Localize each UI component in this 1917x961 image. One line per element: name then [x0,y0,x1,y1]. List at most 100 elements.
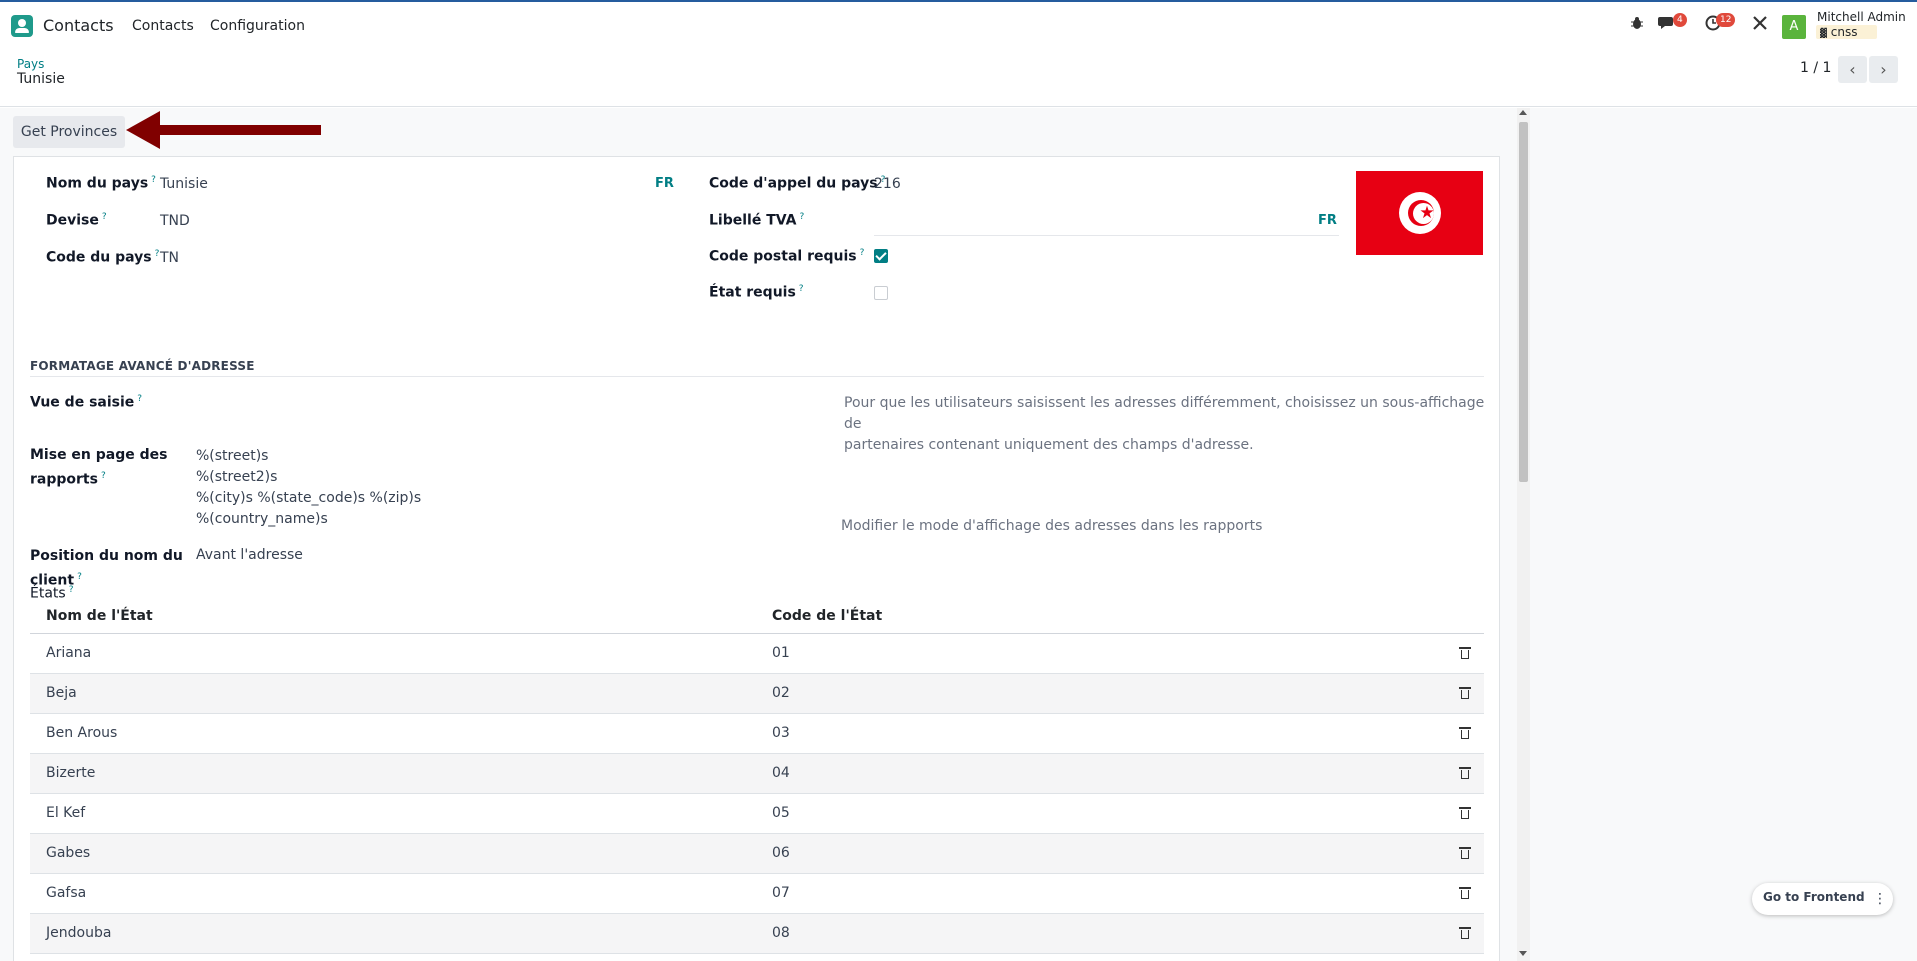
trash-icon[interactable] [1459,847,1471,859]
state-code-cell[interactable]: 01 [772,645,790,661]
help-icon: ? [68,585,74,595]
go-to-frontend-widget: Go to Frontend ⋮ [1752,883,1893,915]
state-code-cell[interactable]: 04 [772,765,790,781]
trash-icon[interactable] [1459,927,1471,939]
code-postal-requis-label: Code postal requis? [709,248,865,265]
trash-icon[interactable] [1459,807,1471,819]
devise-label: Devise? [46,212,107,229]
table-row[interactable]: El Kef 05 [30,794,1484,834]
help-icon: ? [77,572,82,582]
state-name-cell[interactable]: Beja [46,685,77,701]
code-appel-label: Code d'appel du pays? [709,175,886,192]
libelle-tva-underline [874,235,1339,236]
libelle-tva-lang-button[interactable]: FR [1318,213,1337,228]
code-appel-field[interactable]: 216 [874,176,901,192]
help-icon: ? [859,248,865,258]
etat-requis-checkbox[interactable] [874,286,888,300]
table-row[interactable]: Jendouba 08 [30,914,1484,954]
flag-disc: ★ [1399,192,1441,234]
database-label: cnss [1830,25,1858,39]
help-icon: ? [100,471,106,481]
breadcrumb-parent[interactable]: Pays [17,57,44,71]
tools-icon[interactable] [1750,15,1770,35]
trash-icon[interactable] [1459,687,1471,699]
flag-star-icon: ★ [1419,203,1435,223]
mise-en-page-field[interactable]: %(street)s %(street2)s %(city)s %(state_… [196,446,421,530]
help-icon: ? [101,212,107,222]
state-name-cell[interactable]: Gabes [46,845,90,861]
help-icon: ? [799,212,805,222]
trash-icon[interactable] [1459,727,1471,739]
help-icon: ? [137,394,143,404]
help-icon: ? [798,284,804,294]
pager-previous-button[interactable]: ‹ [1838,56,1867,83]
vue-de-saisie-label: Vue de saisie? [30,394,143,411]
more-options-icon[interactable]: ⋮ [1871,887,1889,911]
code-postal-requis-checkbox[interactable] [874,249,888,263]
control-panel: Pays Tunisie 1 / 1 ‹ › [0,48,1917,107]
code-du-pays-field[interactable]: TN [160,250,179,266]
table-row[interactable]: Gabes 06 [30,834,1484,874]
scrollbar-thumb[interactable] [1519,122,1528,482]
country-flag-image[interactable]: ★ [1356,171,1483,255]
state-name-cell[interactable]: Bizerte [46,765,95,781]
address-section-divider [30,376,1484,377]
devise-field[interactable]: TND [160,213,190,229]
state-code-cell[interactable]: 07 [772,885,790,901]
state-code-cell[interactable]: 02 [772,685,790,701]
nom-du-pays-lang-button[interactable]: FR [655,176,674,191]
chat-badge: 4 [1673,13,1687,27]
user-name[interactable]: Mitchell Admin [1817,10,1906,24]
state-name-cell[interactable]: Jendouba [46,925,111,941]
database-icon: ▓ [1820,29,1827,39]
column-header-state-code[interactable]: Code de l'État [772,608,882,624]
nom-du-pays-label: Nom du pays? [46,175,156,192]
address-section-title: FORMATAGE AVANCÉ D'ADRESSE [30,359,255,373]
scroll-down-arrow-icon[interactable] [1519,951,1527,956]
breadcrumb-current: Tunisie [17,71,65,87]
trash-icon[interactable] [1459,887,1471,899]
get-provinces-button[interactable]: Get Provinces [13,116,125,148]
states-table-header: Nom de l'État Code de l'État [30,602,1484,634]
state-name-cell[interactable]: El Kef [46,805,85,821]
form-content: Get Provinces Nom du pays? Tunisie FR De… [0,108,1917,961]
state-name-cell[interactable]: Ariana [46,645,91,661]
table-row[interactable]: Ben Arous 03 [30,714,1484,754]
form-sheet: Nom du pays? Tunisie FR Devise? TND Code… [13,156,1500,961]
contacts-app-icon[interactable] [11,15,33,37]
navbar: Contacts Contacts Configuration 4 12 A M… [0,2,1917,48]
database-name: ▓ cnss [1816,25,1878,39]
state-code-cell[interactable]: 08 [772,925,790,941]
state-name-cell[interactable]: Ben Arous [46,725,117,741]
table-row[interactable]: Ariana 01 [30,634,1484,674]
bug-icon[interactable] [1627,15,1647,35]
position-nom-client-field[interactable]: Avant l'adresse [196,547,303,563]
vue-de-saisie-help: Pour que les utilisateurs saisissent les… [844,395,1485,453]
table-row[interactable]: Bizerte 04 [30,754,1484,794]
etats-label: États? [30,585,74,602]
help-icon: ? [154,249,160,259]
pager-value[interactable]: 1 / 1 [1800,60,1831,76]
code-du-pays-label: Code du pays? [46,249,160,266]
column-header-state-name[interactable]: Nom de l'État [46,608,153,624]
mise-en-page-help: Modifier le mode d'affichage des adresse… [841,518,1263,534]
app-name[interactable]: Contacts [43,16,114,35]
trash-icon[interactable] [1459,647,1471,659]
trash-icon[interactable] [1459,767,1471,779]
etat-requis-label: État requis? [709,284,804,301]
table-row[interactable]: Gafsa 07 [30,874,1484,914]
go-to-frontend-button[interactable]: Go to Frontend [1763,890,1865,904]
pager-next-button[interactable]: › [1869,56,1898,83]
help-icon: ? [151,175,156,185]
state-code-cell[interactable]: 06 [772,845,790,861]
table-row[interactable]: Beja 02 [30,674,1484,714]
nom-du-pays-field[interactable]: Tunisie [160,176,208,192]
scroll-up-arrow-icon[interactable] [1519,110,1527,115]
menu-configuration[interactable]: Configuration [210,18,305,34]
state-code-cell[interactable]: 03 [772,725,790,741]
mise-en-page-label: Mise en page des rapports? [30,447,168,488]
avatar[interactable]: A [1782,15,1806,39]
menu-contacts[interactable]: Contacts [132,18,194,34]
state-code-cell[interactable]: 05 [772,805,790,821]
state-name-cell[interactable]: Gafsa [46,885,86,901]
